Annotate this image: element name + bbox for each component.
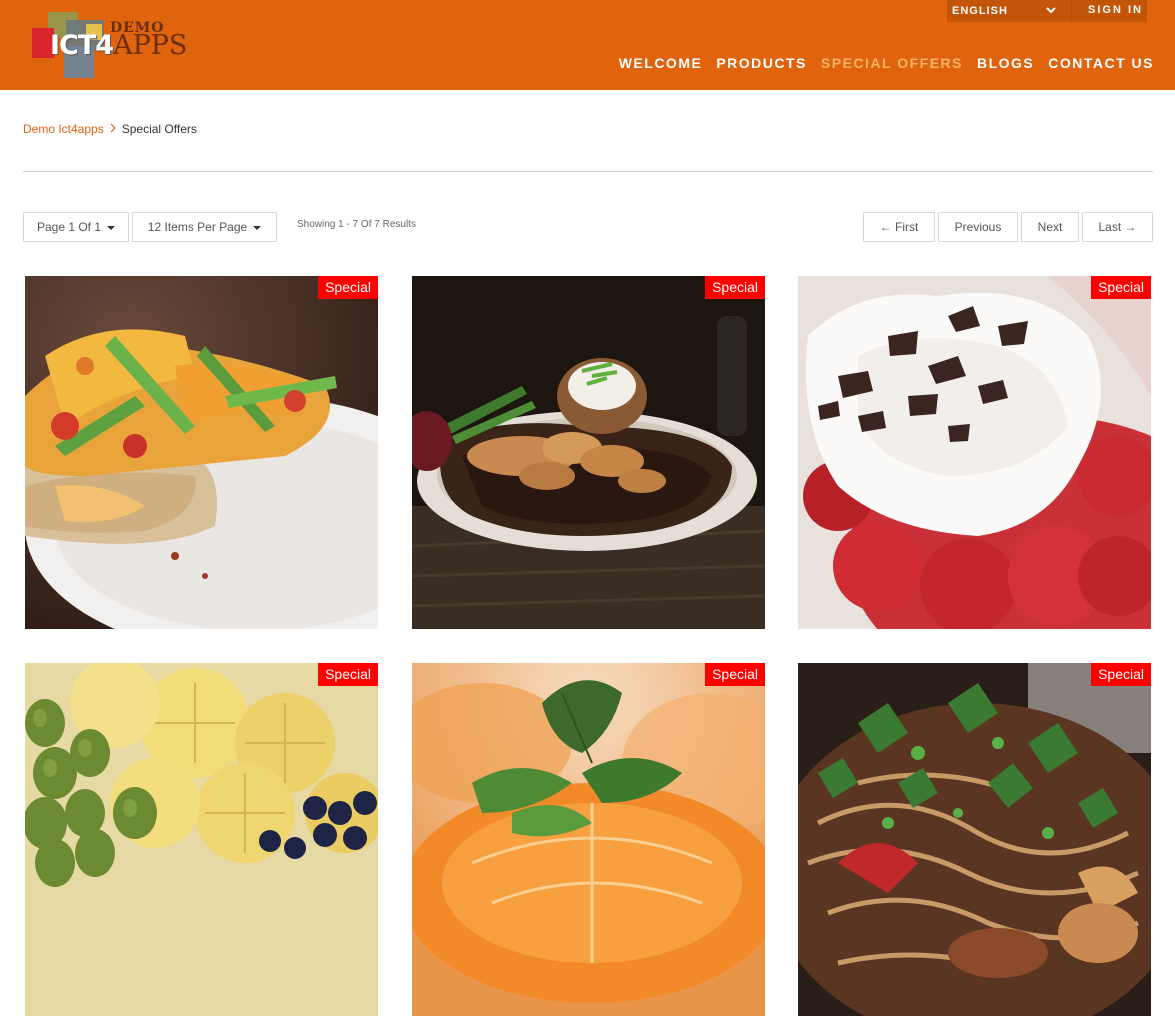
first-page-button[interactable]: ← First <box>863 212 935 242</box>
divider <box>23 171 1153 172</box>
results-count: Showing 1 - 7 Of 7 Results <box>297 219 416 230</box>
product-card[interactable]: Special <box>412 663 765 1016</box>
product-image <box>25 663 378 1016</box>
chevron-right-icon <box>109 122 117 136</box>
nav-item-products[interactable]: PRODUCTS <box>716 55 807 71</box>
product-card[interactable]: Special <box>25 663 378 1016</box>
product-card[interactable]: Special <box>412 276 765 629</box>
product-image <box>412 663 765 1016</box>
chevron-down-icon[interactable] <box>1044 2 1058 21</box>
product-image <box>798 663 1151 1016</box>
special-badge: Special <box>318 276 378 299</box>
product-card[interactable]: Special <box>25 276 378 629</box>
nav-item-special-offers[interactable]: SPECIAL OFFERS <box>821 55 963 71</box>
product-image <box>798 276 1151 629</box>
divider <box>1071 0 1072 22</box>
top-utility-bar: ENGLISH SIGN IN <box>947 0 1147 22</box>
product-image <box>412 276 765 629</box>
product-image <box>25 276 378 629</box>
items-per-page-label: 12 Items Per Page <box>147 220 248 234</box>
special-badge: Special <box>705 276 765 299</box>
language-select[interactable]: ENGLISH <box>952 5 1008 17</box>
caret-down-icon <box>253 226 262 230</box>
nav-item-contact-us[interactable]: CONTACT US <box>1048 55 1154 71</box>
logo-apps-text: APPS <box>113 30 188 61</box>
page-select[interactable]: Page 1 Of 1 <box>23 212 129 242</box>
special-badge: Special <box>318 663 378 686</box>
special-badge: Special <box>705 663 765 686</box>
previous-page-button[interactable]: Previous <box>938 212 1018 242</box>
nav-item-blogs[interactable]: BLOGS <box>977 55 1034 71</box>
page-select-label: Page 1 Of 1 <box>36 220 102 234</box>
nav-item-welcome[interactable]: WELCOME <box>619 55 703 71</box>
breadcrumb: Demo Ict4apps Special Offers <box>23 122 197 136</box>
special-badge: Special <box>1091 276 1151 299</box>
main-nav: WELCOME PRODUCTS SPECIAL OFFERS BLOGS CO… <box>605 55 1154 71</box>
breadcrumb-current: Special Offers <box>121 122 197 136</box>
items-per-page-select[interactable]: 12 Items Per Page <box>132 212 277 242</box>
breadcrumb-home-link[interactable]: Demo Ict4apps <box>23 122 104 136</box>
next-page-button[interactable]: Next <box>1021 212 1079 242</box>
product-card[interactable]: Special <box>798 663 1151 1016</box>
product-card[interactable]: Special <box>798 276 1151 629</box>
last-page-button[interactable]: Last → <box>1082 212 1153 242</box>
special-badge: Special <box>1091 663 1151 686</box>
logo-text: ICT4APPS <box>50 30 187 61</box>
sign-in-link[interactable]: SIGN IN <box>1088 4 1143 16</box>
caret-down-icon <box>107 226 116 230</box>
logo-main-text: ICT4 <box>50 30 114 61</box>
site-header: DEMO ICT4APPS ENGLISH SIGN IN WELCOME PR… <box>0 0 1175 90</box>
site-logo[interactable]: DEMO ICT4APPS <box>32 12 212 80</box>
